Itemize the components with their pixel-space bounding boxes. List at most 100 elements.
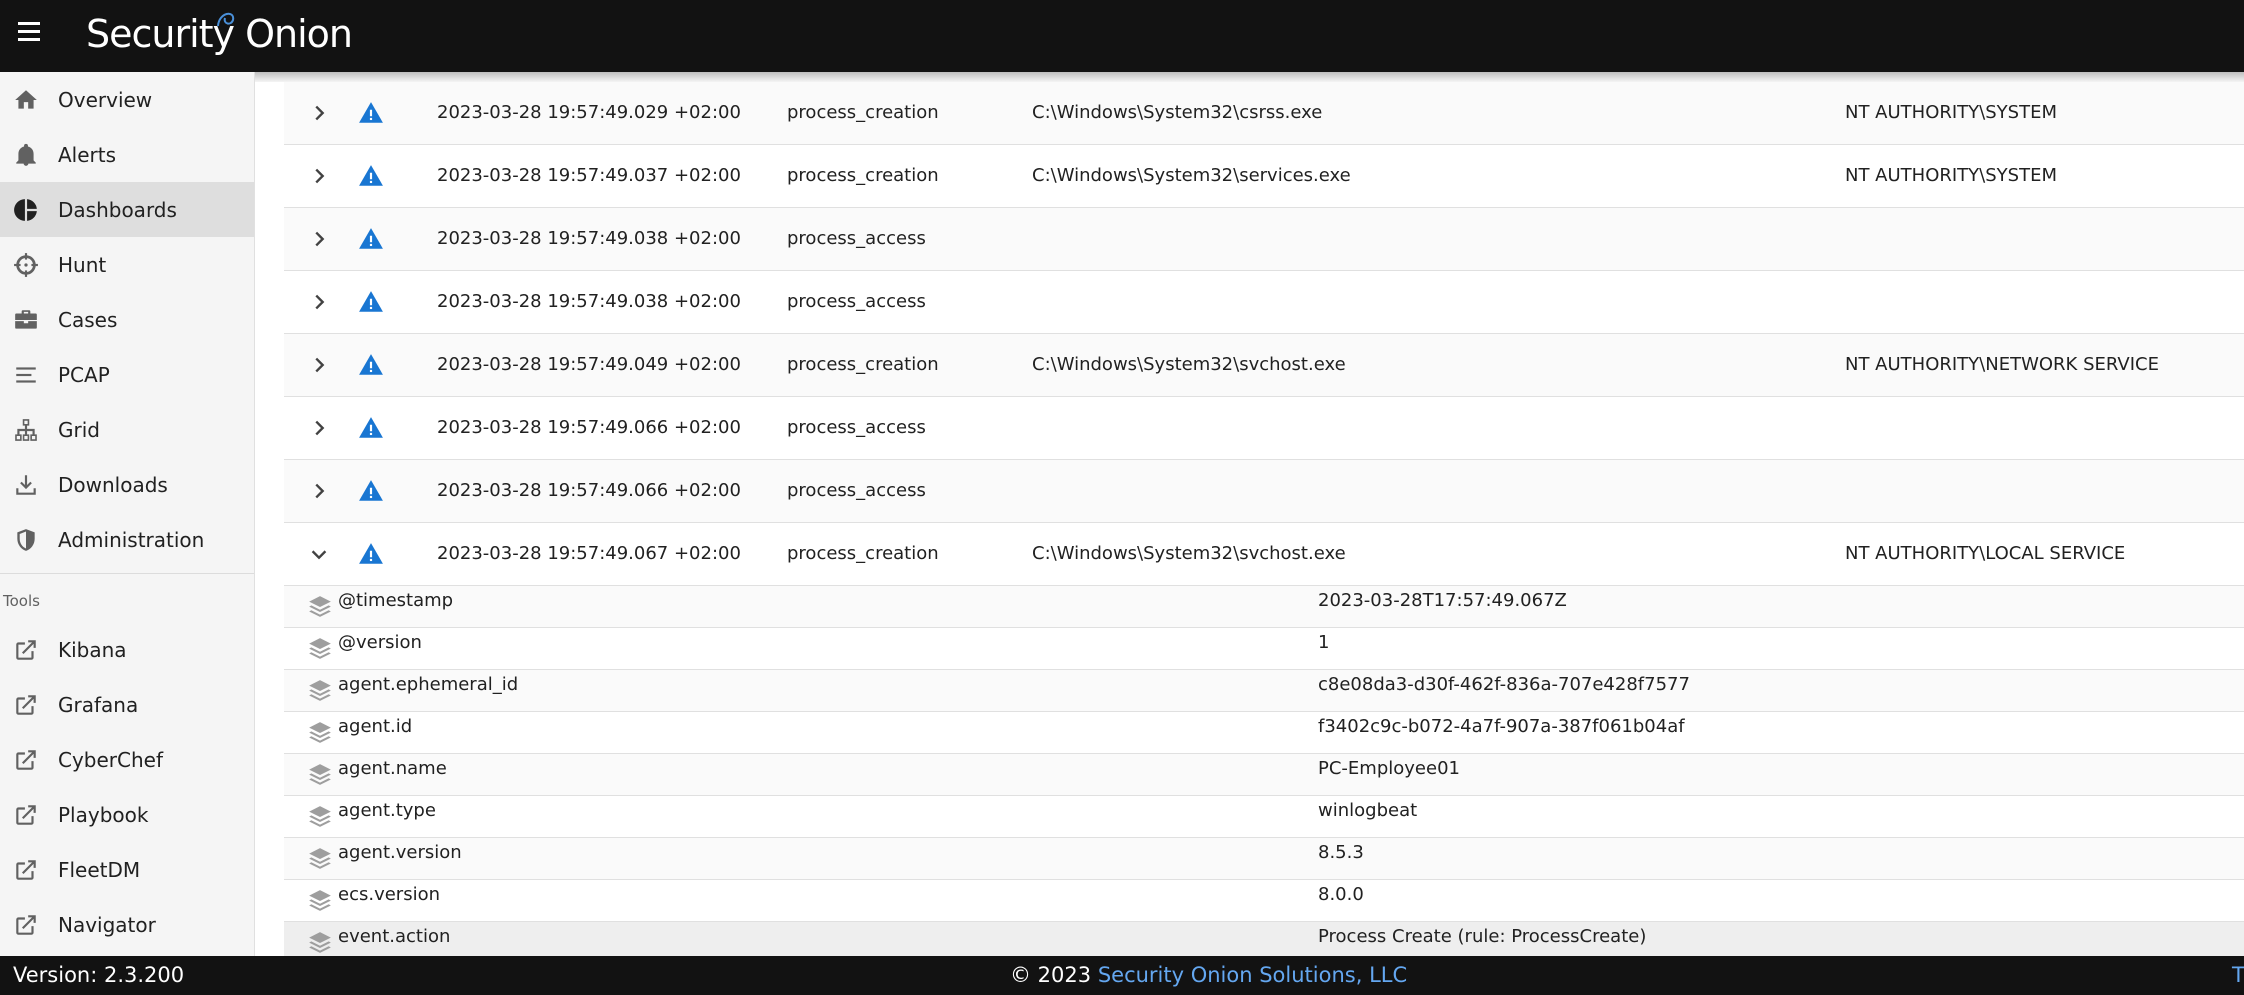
- menu-icon[interactable]: [18, 22, 40, 44]
- field-value: 8.5.3: [1318, 842, 1364, 863]
- layers-icon[interactable]: [307, 594, 333, 620]
- expand-chevron-icon[interactable]: [308, 145, 330, 207]
- external-link-icon: [13, 912, 39, 938]
- detail-row[interactable]: agent.name PC-Employee01: [284, 754, 2244, 796]
- event-type: process_creation: [787, 354, 939, 375]
- sidebar-item-label: Kibana: [58, 637, 127, 662]
- event-type: process_access: [787, 291, 926, 312]
- alert-icon: [358, 334, 384, 396]
- layers-icon[interactable]: [307, 846, 333, 872]
- sidebar-item-label: CyberChef: [58, 747, 164, 772]
- top-app-bar: Security Onion: [0, 0, 2244, 72]
- table-row[interactable]: 2023-03-28 19:57:49.049 +02:00 process_c…: [284, 334, 2244, 397]
- field-value: 8.0.0: [1318, 884, 1364, 905]
- collapse-chevron-icon[interactable]: [308, 523, 330, 585]
- sidebar-tool-playbook[interactable]: Playbook: [0, 787, 254, 842]
- event-type: process_creation: [787, 102, 939, 123]
- field-value: winlogbeat: [1318, 800, 1418, 821]
- event-type: process_creation: [787, 165, 939, 186]
- alert-icon: [358, 271, 384, 333]
- layers-icon[interactable]: [307, 636, 333, 662]
- expand-chevron-icon[interactable]: [308, 82, 330, 144]
- footer-edge-link[interactable]: T: [2232, 963, 2244, 987]
- expand-chevron-icon[interactable]: [308, 334, 330, 396]
- sidebar-item-pcap[interactable]: PCAP: [0, 347, 254, 402]
- shield-icon: [13, 527, 39, 553]
- alert-icon: [358, 145, 384, 207]
- layers-icon[interactable]: [307, 804, 333, 830]
- sidebar-tool-kibana[interactable]: Kibana: [0, 622, 254, 677]
- layers-icon[interactable]: [307, 678, 333, 704]
- external-link-icon: [13, 637, 39, 663]
- user-name: NT AUTHORITY\SYSTEM: [1845, 102, 2057, 123]
- sidebar-item-label: Administration: [58, 527, 205, 552]
- sidebar-item-label: Grid: [58, 417, 100, 442]
- expand-chevron-icon[interactable]: [308, 397, 330, 459]
- footer: Version: 2.3.200 © 2023 Security Onion S…: [0, 956, 2244, 995]
- table-row[interactable]: 2023-03-28 19:57:49.066 +02:00 process_a…: [284, 397, 2244, 460]
- alert-icon: [358, 82, 384, 144]
- expand-chevron-icon[interactable]: [308, 271, 330, 333]
- detail-row[interactable]: ecs.version 8.0.0: [284, 880, 2244, 922]
- process-path: C:\Windows\System32\svchost.exe: [1032, 543, 1346, 564]
- event-timestamp: 2023-03-28 19:57:49.066 +02:00: [437, 480, 741, 501]
- detail-row[interactable]: @version 1: [284, 628, 2244, 670]
- detail-row[interactable]: agent.ephemeral_id c8e08da3-d30f-462f-83…: [284, 670, 2244, 712]
- event-timestamp: 2023-03-28 19:57:49.066 +02:00: [437, 417, 741, 438]
- detail-row[interactable]: event.action Process Create (rule: Proce…: [284, 922, 2244, 956]
- sidebar-item-label: Alerts: [58, 142, 117, 167]
- external-link-icon: [13, 692, 39, 718]
- field-value: PC-Employee01: [1318, 758, 1460, 779]
- detail-row[interactable]: @timestamp 2023-03-28T17:57:49.067Z: [284, 586, 2244, 628]
- layers-icon[interactable]: [307, 762, 333, 788]
- sidebar-tool-navigator[interactable]: Navigator: [0, 897, 254, 952]
- sidebar-tool-cyberchef[interactable]: CyberChef: [0, 732, 254, 787]
- home-icon: [13, 87, 39, 113]
- sidebar-item-label: Navigator: [58, 912, 156, 937]
- sidebar-item-label: PCAP: [58, 362, 110, 387]
- layers-icon[interactable]: [307, 720, 333, 746]
- field-name: ecs.version: [338, 884, 440, 905]
- alert-icon: [358, 523, 384, 585]
- sidebar-item-label: Grafana: [58, 692, 139, 717]
- sidebar-item-grid[interactable]: Grid: [0, 402, 254, 457]
- alert-icon: [358, 397, 384, 459]
- expand-chevron-icon[interactable]: [308, 208, 330, 270]
- sidebar-item-cases[interactable]: Cases: [0, 292, 254, 347]
- table-row[interactable]: 2023-03-28 19:57:49.029 +02:00 process_c…: [284, 82, 2244, 145]
- table-row[interactable]: 2023-03-28 19:57:49.066 +02:00 process_a…: [284, 460, 2244, 523]
- layers-icon[interactable]: [307, 930, 333, 956]
- event-type: process_access: [787, 417, 926, 438]
- detail-row[interactable]: agent.id f3402c9c-b072-4a7f-907a-387f061…: [284, 712, 2244, 754]
- table-row[interactable]: 2023-03-28 19:57:49.038 +02:00 process_a…: [284, 208, 2244, 271]
- detail-row[interactable]: agent.type winlogbeat: [284, 796, 2244, 838]
- sidebar-item-label: Hunt: [58, 252, 107, 277]
- sidebar-item-downloads[interactable]: Downloads: [0, 457, 254, 512]
- event-timestamp: 2023-03-28 19:57:49.037 +02:00: [437, 165, 741, 186]
- table-row[interactable]: 2023-03-28 19:57:49.037 +02:00 process_c…: [284, 145, 2244, 208]
- lines-icon: [13, 362, 39, 388]
- detail-row[interactable]: agent.version 8.5.3: [284, 838, 2244, 880]
- field-name: agent.type: [338, 800, 436, 821]
- expand-chevron-icon[interactable]: [308, 460, 330, 522]
- layers-icon[interactable]: [307, 888, 333, 914]
- event-timestamp: 2023-03-28 19:57:49.067 +02:00: [437, 543, 741, 564]
- copyright-year: © 2023: [1010, 963, 1092, 987]
- sidebar-item-hunt[interactable]: Hunt: [0, 237, 254, 292]
- event-type: process_creation: [787, 543, 939, 564]
- field-name: @version: [338, 632, 422, 653]
- table-row[interactable]: 2023-03-28 19:57:49.038 +02:00 process_a…: [284, 271, 2244, 334]
- sidebar-item-administration[interactable]: Administration: [0, 512, 254, 567]
- company-link[interactable]: Security Onion Solutions, LLC: [1098, 963, 1407, 987]
- sidebar-item-dashboards[interactable]: Dashboards: [0, 182, 254, 237]
- event-details: @timestamp 2023-03-28T17:57:49.067Z @ver…: [284, 586, 2244, 956]
- sidebar-item-overview[interactable]: Overview: [0, 72, 254, 127]
- sidebar-tool-grafana[interactable]: Grafana: [0, 677, 254, 732]
- external-link-icon: [13, 747, 39, 773]
- sidebar-item-alerts[interactable]: Alerts: [0, 127, 254, 182]
- onion-swirl-icon: [217, 12, 235, 27]
- table-row-expanded[interactable]: 2023-03-28 19:57:49.067 +02:00 process_c…: [284, 523, 2244, 586]
- sidebar-tool-fleetdm[interactable]: FleetDM: [0, 842, 254, 897]
- briefcase-icon: [13, 307, 39, 333]
- field-name: agent.version: [338, 842, 462, 863]
